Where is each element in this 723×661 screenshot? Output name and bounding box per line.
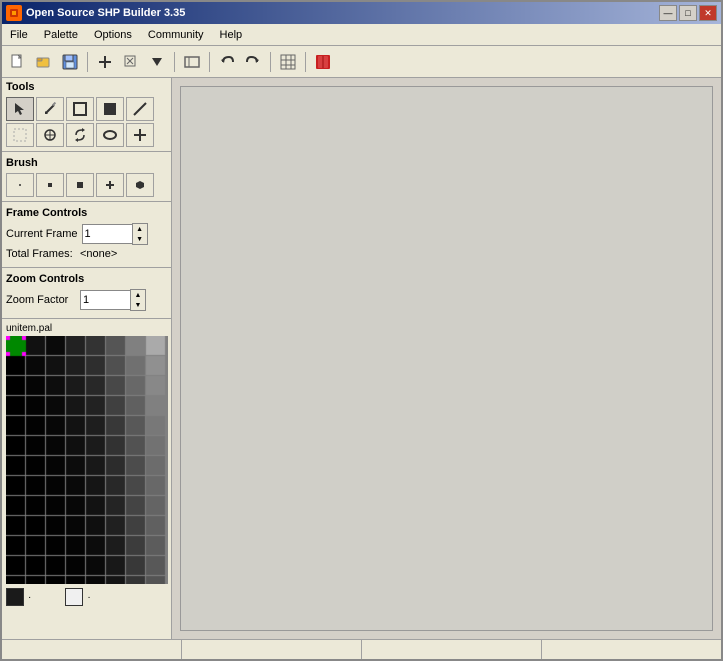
current-frame-row: Current Frame ▲ ▼: [6, 223, 167, 245]
redo-button[interactable]: [241, 50, 265, 74]
separator-5: [305, 52, 306, 72]
tool-line[interactable]: [126, 97, 154, 121]
menu-help[interactable]: Help: [212, 24, 251, 45]
foreground-color[interactable]: [6, 588, 24, 606]
status-seg-2: [182, 640, 362, 659]
zoom-controls: Zoom Factor ▲ ▼: [2, 287, 171, 316]
window-title: Open Source SHP Builder 3.35: [26, 7, 185, 19]
main-window: Open Source SHP Builder 3.35 — □ ✕ File …: [0, 0, 723, 661]
tool-add-point[interactable]: [126, 123, 154, 147]
canvas-area: [172, 78, 721, 639]
undo-button[interactable]: [215, 50, 239, 74]
palette-canvas[interactable]: [6, 336, 168, 584]
add-frame-button[interactable]: [93, 50, 117, 74]
save-button[interactable]: [58, 50, 82, 74]
current-frame-spinner: ▲ ▼: [82, 223, 148, 245]
brush-tiny[interactable]: [6, 173, 34, 197]
brush-medium[interactable]: [66, 173, 94, 197]
menu-options[interactable]: Options: [86, 24, 140, 45]
current-frame-arrows: ▲ ▼: [132, 223, 148, 245]
brush-hex[interactable]: [126, 173, 154, 197]
brush-divider: [2, 201, 171, 202]
menu-bar: File Palette Options Community Help: [2, 24, 721, 46]
tool-rect-outline[interactable]: [66, 97, 94, 121]
menu-file[interactable]: File: [2, 24, 36, 45]
drawing-canvas[interactable]: [180, 86, 713, 631]
main-content: Tools: [2, 78, 721, 639]
status-bar: [2, 639, 721, 659]
zoom-factor-up[interactable]: ▲: [131, 290, 145, 300]
toolbar: [2, 46, 721, 78]
status-seg-4: [542, 640, 721, 659]
sidebar: Tools: [2, 78, 172, 639]
zoom-factor-arrows: ▲ ▼: [130, 289, 146, 311]
current-frame-label: Current Frame: [6, 228, 78, 240]
menu-community[interactable]: Community: [140, 24, 212, 45]
tool-ellipse[interactable]: [96, 123, 124, 147]
frame-controls-label: Frame Controls: [2, 204, 171, 221]
dropdown-button[interactable]: [145, 50, 169, 74]
zoom-factor-label: Zoom Factor: [6, 294, 76, 306]
current-frame-input[interactable]: [82, 224, 132, 244]
frame-button[interactable]: [180, 50, 204, 74]
app-icon: [6, 5, 22, 21]
tool-pencil[interactable]: [36, 97, 64, 121]
zoom-factor-spinner: ▲ ▼: [80, 289, 146, 311]
current-frame-down[interactable]: ▼: [133, 234, 147, 244]
current-frame-up[interactable]: ▲: [133, 224, 147, 234]
book-button[interactable]: [311, 50, 335, 74]
frame-controls: Current Frame ▲ ▼ Total Frames: <none>: [2, 221, 171, 265]
tools-label: Tools: [2, 78, 171, 95]
tool-brush[interactable]: [36, 123, 64, 147]
tool-rotate[interactable]: [66, 123, 94, 147]
total-frames-row: Total Frames: <none>: [6, 248, 167, 260]
tools-grid: [2, 95, 171, 149]
window-controls: — □ ✕: [659, 5, 717, 21]
separator-3: [209, 52, 210, 72]
brush-small[interactable]: [36, 173, 64, 197]
fg-label: ·: [28, 592, 31, 603]
tool-select[interactable]: [6, 97, 34, 121]
grid-button[interactable]: [276, 50, 300, 74]
zoom-factor-down[interactable]: ▼: [131, 300, 145, 310]
open-button[interactable]: [32, 50, 56, 74]
tool-fill[interactable]: [6, 123, 34, 147]
background-color[interactable]: [65, 588, 83, 606]
minimize-button[interactable]: —: [659, 5, 677, 21]
status-seg-3: [362, 640, 542, 659]
maximize-button[interactable]: □: [679, 5, 697, 21]
separator-4: [270, 52, 271, 72]
separator-1: [87, 52, 88, 72]
zoom-divider: [2, 318, 171, 319]
brush-grid: [2, 171, 171, 199]
new-button[interactable]: [6, 50, 30, 74]
bg-label: ·: [87, 592, 90, 603]
magic-button[interactable]: [119, 50, 143, 74]
palette-filename: unitem.pal: [2, 321, 171, 336]
brush-label: Brush: [2, 154, 171, 171]
zoom-factor-row: Zoom Factor ▲ ▼: [6, 289, 167, 311]
tools-divider: [2, 151, 171, 152]
color-indicators: · ·: [2, 584, 171, 610]
brush-plus[interactable]: [96, 173, 124, 197]
frame-divider: [2, 267, 171, 268]
separator-2: [174, 52, 175, 72]
title-bar: Open Source SHP Builder 3.35 — □ ✕: [2, 2, 721, 24]
menu-palette[interactable]: Palette: [36, 24, 86, 45]
tool-rect-fill[interactable]: [96, 97, 124, 121]
total-frames-label: Total Frames:: [6, 248, 76, 260]
zoom-factor-input[interactable]: [80, 290, 130, 310]
palette-area: unitem.pal · ·: [2, 321, 171, 639]
zoom-controls-label: Zoom Controls: [2, 270, 171, 287]
status-seg-1: [2, 640, 182, 659]
total-frames-value: <none>: [80, 248, 117, 260]
close-button[interactable]: ✕: [699, 5, 717, 21]
